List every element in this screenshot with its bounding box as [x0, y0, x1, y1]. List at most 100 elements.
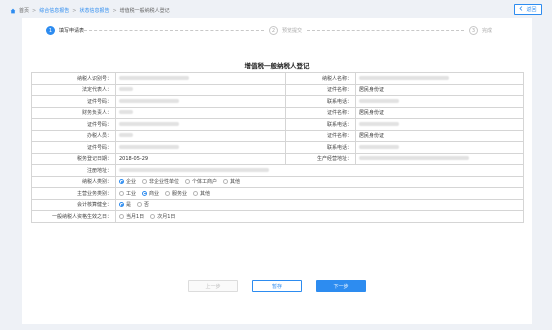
top-bar: 首页 > 综合信息报告 > 状态信息报告 > 增值税一般纳税人登记 返回: [0, 0, 552, 18]
step-1: 1 填写申请表: [46, 26, 84, 35]
redacted-text: [119, 110, 133, 115]
radio-label: 次月1日: [157, 213, 176, 220]
finance-head-label: 财务负责人：: [31, 106, 116, 119]
redacted-text: [119, 87, 133, 92]
radio-dot: [150, 213, 156, 219]
step-indicator: 1 填写申请表 2 预览提交 3 完成: [22, 18, 532, 44]
radio-next-month[interactable]: 次月1日: [150, 213, 175, 220]
radio-dot: [119, 179, 124, 185]
breadcrumb-home[interactable]: 首页: [19, 7, 29, 14]
step-1-number: 1: [46, 26, 55, 35]
radio-label: 非企业性单位: [149, 179, 180, 186]
step-3-number: 3: [469, 26, 478, 35]
radio-dot: [193, 190, 199, 196]
taxpayer-id-value: [115, 72, 286, 85]
officer-phone-value: [355, 141, 524, 154]
main-business-label: 主营业务类别：: [31, 187, 116, 200]
form-row: 会计核算健全： 是 否: [31, 198, 524, 211]
form-row: 注册地址：: [31, 164, 524, 177]
step-connector: [84, 30, 264, 31]
legal-cert-no-label: 证件号码：: [31, 95, 116, 108]
accounting-label: 会计核算健全：: [31, 198, 116, 211]
redacted-text: [359, 75, 449, 80]
redacted-text: [359, 144, 399, 149]
accounting-radio-group: 是 否: [119, 201, 520, 208]
back-icon: [519, 6, 524, 13]
redacted-text: [119, 144, 179, 149]
step-2-label: 预览提交: [282, 28, 303, 34]
step-connector: [307, 30, 464, 31]
prev-button[interactable]: 上一步: [188, 280, 238, 292]
radio-other[interactable]: 其他: [223, 178, 240, 185]
radio-dot: [119, 202, 124, 208]
radio-label: 其他: [230, 179, 241, 186]
form-row: 证件号码： 联系电话：: [31, 141, 524, 154]
radio-label: 企业: [126, 179, 137, 186]
radio-label: 服务业: [172, 190, 188, 197]
radio-label: 其他: [200, 190, 211, 197]
effective-date-radio-group: 当月1日 次月1日: [119, 213, 520, 220]
form-row: 法定代表人： 证件名称： 居民身份证: [31, 83, 524, 96]
finance-head-value: [115, 106, 286, 119]
main-business-field: 工业 商业 服务业 其他: [115, 187, 524, 200]
radio-non-enterprise[interactable]: 非企业性单位: [142, 178, 179, 185]
officer-cert-name-label: 证件名称：: [285, 129, 356, 142]
breadcrumb-item-comprehensive[interactable]: 综合信息报告: [39, 7, 69, 14]
save-draft-button[interactable]: 暂存: [252, 280, 302, 292]
redacted-text: [119, 98, 179, 103]
form-title: 增值税一般纳税人登记: [244, 62, 310, 70]
officer-cert-name-value: 居民身份证: [355, 129, 524, 142]
legal-cert-name-value: 居民身份证: [355, 83, 524, 96]
radio-dot: [142, 179, 148, 185]
home-icon[interactable]: [10, 8, 16, 14]
radio-enterprise[interactable]: 企业: [119, 178, 136, 185]
officer-cert-no-label: 证件号码：: [31, 141, 116, 154]
radio-current-month[interactable]: 当月1日: [119, 213, 144, 220]
radio-label: 个体工商户: [192, 179, 218, 186]
step-3-label: 完成: [482, 28, 493, 34]
redacted-text: [359, 98, 399, 103]
legal-cert-name-label: 证件名称：: [285, 83, 356, 96]
radio-label: 工业: [126, 190, 137, 197]
legal-cert-no-value: [115, 95, 286, 108]
accounting-field: 是 否: [115, 198, 524, 211]
radio-industry[interactable]: 工业: [119, 190, 136, 197]
back-button-label: 返回: [526, 7, 537, 13]
breadcrumb-item-status[interactable]: 状态信息报告: [79, 7, 109, 14]
redacted-text: [119, 75, 189, 80]
legal-rep-label: 法定代表人：: [31, 83, 116, 96]
form-row: 主营业务类别： 工业 商业 服务业 其他: [31, 187, 524, 200]
effective-date-field: 当月1日 次月1日: [115, 210, 524, 223]
radio-yes[interactable]: 是: [119, 201, 131, 208]
main-panel: 1 填写申请表 2 预览提交 3 完成 增值税一般纳税人登记 纳税人识别号： 纳…: [22, 18, 532, 324]
radio-business-other[interactable]: 其他: [193, 190, 210, 197]
radio-service[interactable]: 服务业: [165, 190, 187, 197]
officer-cert-no-value: [115, 141, 286, 154]
step-3: 3 完成: [469, 26, 492, 35]
breadcrumb-current: 增值税一般纳税人登记: [119, 8, 170, 14]
reg-date-value: 2018-05-29: [115, 152, 286, 165]
next-button[interactable]: 下一步: [316, 280, 366, 292]
taxpayer-category-field: 企业 非企业性单位 个体工商户 其他: [115, 175, 524, 188]
reg-address-value: [115, 164, 524, 177]
radio-no[interactable]: 否: [137, 201, 149, 208]
radio-commerce[interactable]: 商业: [142, 190, 159, 197]
reg-address-label: 注册地址：: [31, 164, 116, 177]
radio-dot: [137, 202, 143, 208]
finance-cert-name-value: 居民身份证: [355, 106, 524, 119]
step-2-number: 2: [269, 26, 278, 35]
step-2: 2 预览提交: [269, 26, 302, 35]
effective-date-label: 一般纳税人资格生效之日：: [31, 210, 116, 223]
breadcrumb-separator: >: [32, 7, 37, 14]
redacted-text: [359, 121, 399, 126]
tax-officer-label: 办税人员：: [31, 129, 116, 142]
taxpayer-category-label: 纳税人类别：: [31, 175, 116, 188]
form-row: 税务登记日期： 2018-05-29 生产经营地址：: [31, 152, 524, 165]
finance-phone-label: 联系电话：: [285, 118, 356, 131]
taxpayer-category-radio-group: 企业 非企业性单位 个体工商户 其他: [119, 178, 520, 185]
finance-cert-no-label: 证件号码：: [31, 118, 116, 131]
finance-cert-no-value: [115, 118, 286, 131]
back-button[interactable]: 返回: [514, 4, 542, 15]
radio-individual-business[interactable]: 个体工商户: [185, 178, 217, 185]
form-row: 证件号码： 联系电话：: [31, 118, 524, 131]
